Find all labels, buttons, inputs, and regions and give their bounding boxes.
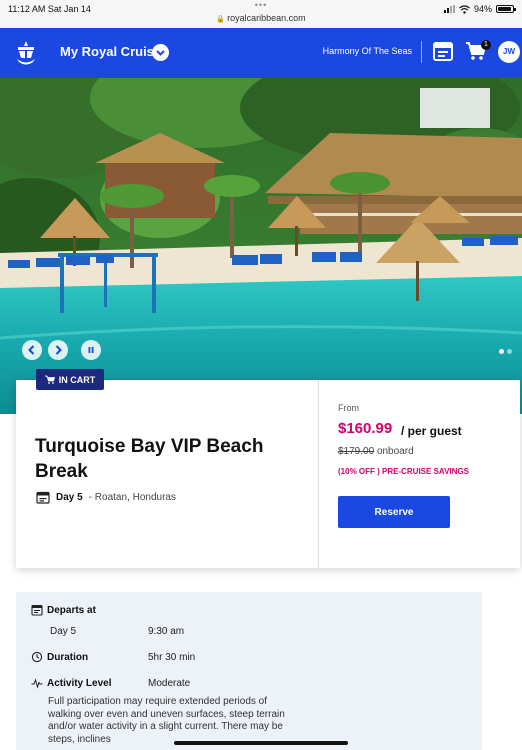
from-label: From bbox=[338, 403, 359, 413]
battery-percent: 94% bbox=[473, 4, 492, 14]
in-cart-label: IN CART bbox=[58, 374, 96, 385]
activity-level-label: Activity Level bbox=[47, 678, 112, 689]
signal-icon bbox=[443, 5, 455, 13]
savings-badge: (10% OFF ) PRE-CRUISE SAVINGS bbox=[338, 467, 469, 476]
excursion-title: Turquoise Bay VIP Beach Break bbox=[35, 436, 264, 482]
carousel-pause-button[interactable] bbox=[81, 340, 101, 360]
cart-icon bbox=[44, 375, 55, 384]
itinerary-day: Day 5 - Roatan, Honduras bbox=[36, 491, 176, 504]
wifi-icon bbox=[459, 4, 470, 14]
cruise-dropdown-button[interactable] bbox=[152, 44, 169, 61]
savings-label: PRE-CRUISE SAVINGS bbox=[382, 467, 469, 476]
my-royal-cruise-title[interactable]: My Royal Cruise bbox=[60, 44, 161, 59]
user-avatar[interactable]: JW bbox=[498, 41, 520, 63]
url-text: royalcaribbean.com bbox=[227, 13, 306, 23]
carousel-prev-button[interactable] bbox=[22, 340, 42, 360]
duration-label: Duration bbox=[47, 652, 89, 663]
header-divider bbox=[421, 41, 422, 63]
hero-image bbox=[0, 78, 522, 414]
status-indicators: 94% bbox=[443, 4, 516, 14]
address-bar[interactable]: 🔒 royalcaribbean.com bbox=[0, 13, 522, 23]
site-header: My Royal Cruise Harmony Of The Seas 1 JW bbox=[0, 28, 522, 78]
onboard-label: onboard bbox=[376, 446, 414, 457]
carousel-dot[interactable] bbox=[507, 349, 512, 354]
per-guest-label: / per guest bbox=[401, 424, 462, 438]
activity-description: Full participation may require extended … bbox=[48, 696, 285, 745]
chevron-down-icon bbox=[156, 50, 165, 56]
calendar-icon bbox=[36, 491, 50, 504]
calendar-icon[interactable] bbox=[432, 40, 454, 62]
reserve-button[interactable]: Reserve bbox=[338, 496, 450, 528]
original-price: $179.00 bbox=[338, 446, 375, 457]
day-label: Day 5 bbox=[56, 492, 83, 503]
discount-percent: (10% OFF ) bbox=[338, 467, 380, 476]
battery-icon bbox=[496, 5, 516, 13]
departs-day: Day 5 bbox=[50, 626, 77, 637]
departs-label: Departs at bbox=[47, 605, 96, 616]
chevron-left-icon bbox=[28, 345, 35, 355]
calendar-icon bbox=[31, 604, 43, 616]
duration-value: 5hr 30 min bbox=[148, 652, 196, 663]
cart-count-badge: 1 bbox=[481, 40, 491, 50]
status-bar: 11:12 AM Sat Jan 14 ••• 🔒 royalcaribbean.… bbox=[0, 0, 522, 28]
activity-pulse-icon bbox=[31, 678, 43, 689]
clock-icon bbox=[31, 651, 43, 663]
home-indicator[interactable] bbox=[174, 741, 348, 745]
chevron-right-icon bbox=[55, 345, 62, 355]
royal-caribbean-logo-icon[interactable] bbox=[14, 40, 38, 66]
onboard-price: $179.00 onboard bbox=[338, 446, 414, 457]
in-cart-badge: IN CART bbox=[36, 369, 104, 390]
port-label: - Roatan, Honduras bbox=[88, 492, 176, 503]
card-divider bbox=[318, 380, 319, 568]
lock-icon: 🔒 bbox=[216, 16, 226, 23]
carousel-next-button[interactable] bbox=[48, 340, 68, 360]
pause-icon bbox=[88, 347, 94, 353]
beach-photo bbox=[0, 78, 522, 414]
departs-time: 9:30 am bbox=[148, 626, 185, 637]
ship-name[interactable]: Harmony Of The Seas bbox=[323, 46, 412, 56]
activity-level-value: Moderate bbox=[148, 678, 191, 689]
price: $160.99 bbox=[338, 420, 393, 437]
carousel-dot-active[interactable] bbox=[499, 349, 504, 354]
